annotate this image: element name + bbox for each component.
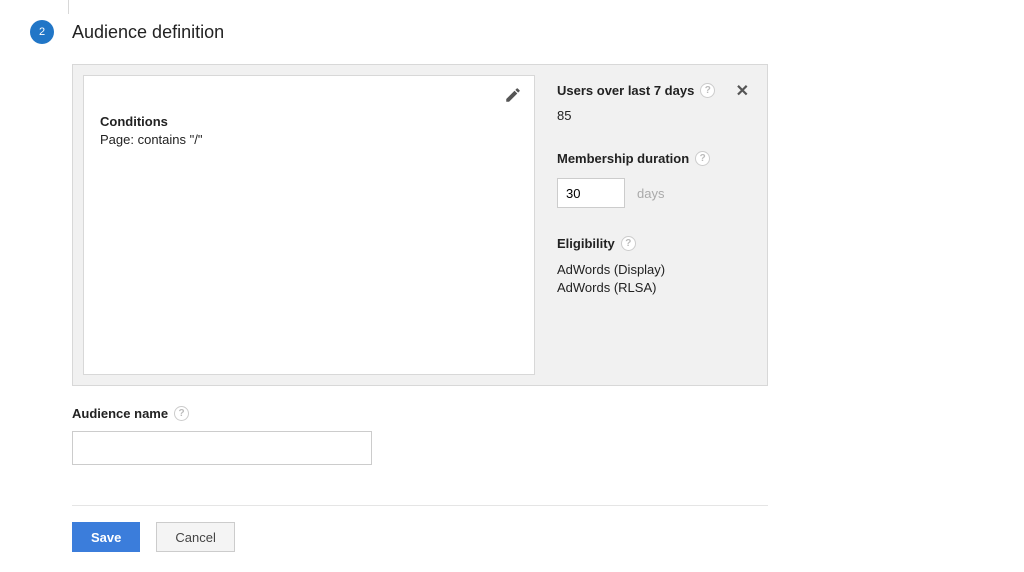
step-connector-line — [68, 0, 69, 14]
membership-section: Membership duration ? days — [557, 151, 749, 208]
step-title: Audience definition — [72, 22, 224, 43]
help-icon[interactable]: ? — [621, 236, 636, 251]
conditions-text: Page: contains "/" — [100, 132, 518, 147]
eligibility-label: Eligibility — [557, 236, 615, 251]
button-row: Save Cancel — [72, 522, 994, 552]
eligibility-item: AdWords (Display) — [557, 261, 749, 279]
help-icon[interactable]: ? — [700, 83, 715, 98]
audience-name-label-row: Audience name ? — [72, 406, 994, 421]
audience-name-section: Audience name ? — [72, 406, 994, 465]
conditions-box: Conditions Page: contains "/" — [83, 75, 535, 375]
membership-duration-input[interactable] — [557, 178, 625, 208]
users-value: 85 — [557, 108, 749, 123]
save-button[interactable]: Save — [72, 522, 140, 552]
help-icon[interactable]: ? — [695, 151, 710, 166]
close-icon[interactable]: ✕ — [736, 81, 749, 101]
users-label-row: Users over last 7 days ? — [557, 83, 749, 98]
membership-label-row: Membership duration ? — [557, 151, 749, 166]
cancel-button[interactable]: Cancel — [156, 522, 234, 552]
audience-definition-panel: Conditions Page: contains "/" ✕ Users ov… — [72, 64, 768, 386]
users-label: Users over last 7 days — [557, 83, 694, 98]
eligibility-list: AdWords (Display) AdWords (RLSA) — [557, 261, 749, 297]
conditions-heading: Conditions — [100, 114, 518, 129]
membership-label: Membership duration — [557, 151, 689, 166]
membership-duration-row: days — [557, 178, 749, 208]
eligibility-label-row: Eligibility ? — [557, 236, 749, 251]
step-header: 2 Audience definition — [30, 20, 994, 44]
audience-name-input[interactable] — [72, 431, 372, 465]
membership-unit: days — [637, 186, 664, 201]
eligibility-item: AdWords (RLSA) — [557, 279, 749, 297]
step-number-badge: 2 — [30, 20, 54, 44]
divider — [72, 505, 768, 506]
users-section: Users over last 7 days ? 85 — [557, 83, 749, 123]
audience-name-label: Audience name — [72, 406, 168, 421]
help-icon[interactable]: ? — [174, 406, 189, 421]
eligibility-section: Eligibility ? AdWords (Display) AdWords … — [557, 236, 749, 297]
side-panel: ✕ Users over last 7 days ? 85 Membership… — [535, 75, 757, 375]
pencil-icon[interactable] — [504, 86, 522, 107]
